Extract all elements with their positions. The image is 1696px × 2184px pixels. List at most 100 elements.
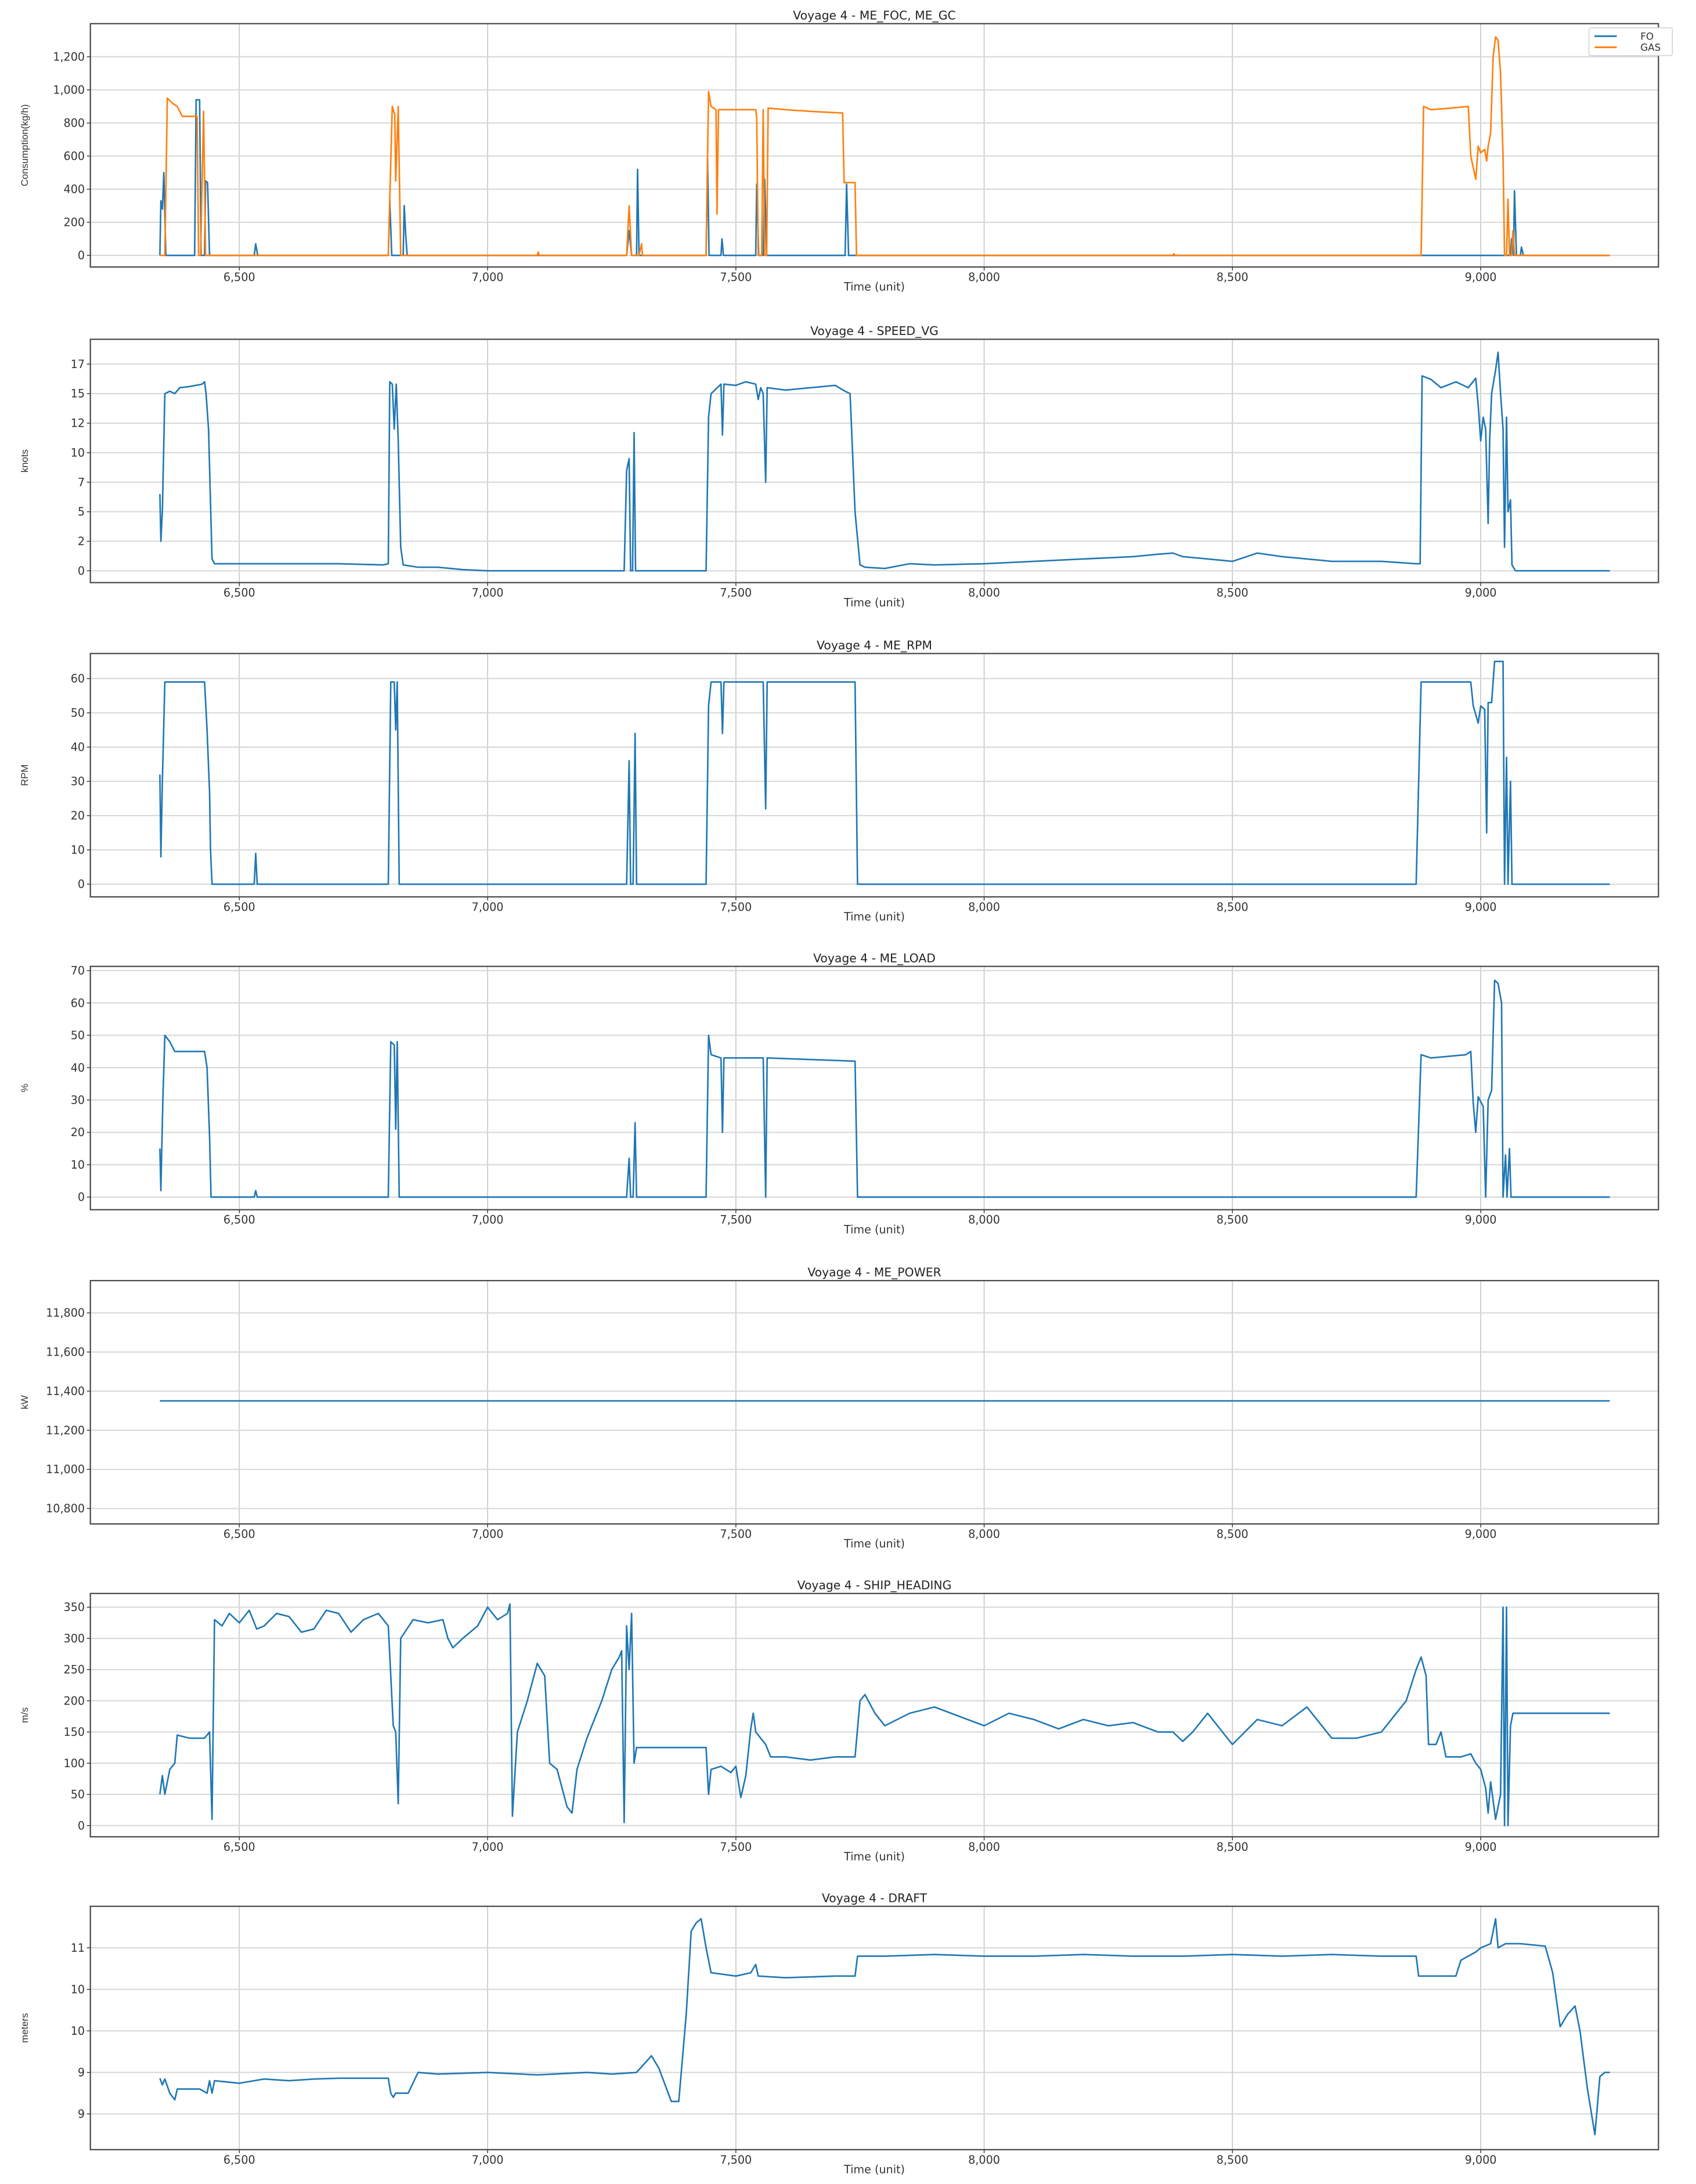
y-tick-label: 600 <box>64 150 85 163</box>
y-axis-label: knots <box>19 449 30 473</box>
chart-panel-3: 6,500 7,000 7,500 8,000 8,500 9,000 0 10 20 30 40 5… <box>19 951 1659 1236</box>
y-tick-label: 20 <box>71 1126 85 1139</box>
x-tick-label: 8,500 <box>1217 900 1248 914</box>
x-tick-label: 7,000 <box>472 900 504 914</box>
y-tick-label: 60 <box>71 672 85 686</box>
y-axis-label: % <box>19 1084 30 1093</box>
x-tick-label: 9,000 <box>1465 1213 1497 1227</box>
x-tick-label: 7,000 <box>472 1840 504 1854</box>
x-tick-label: 8,500 <box>1217 1840 1248 1854</box>
y-tick-label: 11,800 <box>46 1306 85 1320</box>
voyage-4-dashboard: 6,500 7,000 7,500 8,000 8,500 9,0000200400600… <box>19 9 1673 2176</box>
chart-title: Voyage 4 - SHIP_HEADING <box>798 1578 952 1593</box>
x-tick-label: 9,000 <box>1465 900 1497 914</box>
x-tick-label: 8,000 <box>968 900 1000 914</box>
chart-title: Voyage 4 - DRAFT <box>822 1891 928 1905</box>
chart-panel-4: 6,500 7,000 7,500 8,000 8,500 9,000 10,800 11,0… <box>19 1266 1659 1551</box>
y-tick-label: 0 <box>78 564 85 578</box>
y-tick-label: 9 <box>78 2066 85 2079</box>
x-axis-label: Time (unit) <box>843 596 905 609</box>
x-tick-label: 7,500 <box>720 2153 752 2167</box>
y-tick-label: 9 <box>78 2107 85 2121</box>
y-tick-label: 70 <box>71 964 85 978</box>
y-axis-label: Consumption(kg/h) <box>19 104 30 187</box>
y-axis-label: kW <box>19 1395 30 1409</box>
x-tick-label: 8,000 <box>968 1213 1000 1227</box>
legend-label: FO <box>1640 30 1654 42</box>
chart-title: Voyage 4 - ME_RPM <box>817 639 932 653</box>
y-tick-label: 200 <box>64 1694 85 1707</box>
chart-panel-0: 6,500 7,000 7,500 8,000 8,500 9,000 0 200 400 600… <box>19 9 1673 294</box>
chart-panel-6: 6,500 7,000 7,500 8,000 8,500 9,000 9 9 10 10 11 Vo… <box>19 1891 1659 2176</box>
x-tick-label: 7,500 <box>720 586 752 600</box>
x-tick-label: 6,500 <box>223 1527 255 1541</box>
x-tick-label: 8,000 <box>968 1527 1000 1541</box>
x-tick-label: 7,500 <box>720 271 752 284</box>
x-tick-label: 7,500 <box>720 900 752 914</box>
x-tick-label: 6,500 <box>223 1840 255 1854</box>
y-tick-label: 50 <box>71 1788 85 1801</box>
x-tick-label: 8,500 <box>1217 586 1248 600</box>
x-tick-label: 8,500 <box>1217 1213 1248 1227</box>
y-tick-label: 0 <box>78 1191 85 1204</box>
y-tick-label: 11,000 <box>46 1463 85 1476</box>
y-tick-label: 7 <box>78 475 85 489</box>
x-tick-label: 7,000 <box>472 2153 504 2167</box>
x-tick-label: 7,500 <box>720 1840 752 1854</box>
y-tick-label: 10 <box>71 2024 85 2038</box>
x-axis-label: Time (unit) <box>843 280 905 294</box>
y-tick-label: 200 <box>64 216 85 229</box>
y-tick-label: 17 <box>71 358 85 371</box>
chart-panel-1: 6,500 7,000 7,500 8,000 8,500 9,000 0 2 5 7 10 12 15… <box>19 324 1659 609</box>
x-tick-label: 9,000 <box>1465 1840 1497 1854</box>
x-tick-label: 6,500 <box>223 1213 255 1227</box>
y-tick-label: 11 <box>71 1941 85 1955</box>
x-tick-label: 9,000 <box>1465 586 1497 600</box>
x-tick-label: 8,500 <box>1217 1527 1248 1541</box>
x-axis-label: Time (unit) <box>843 910 905 924</box>
y-axis-label: m/s <box>19 1707 30 1723</box>
y-tick-label: 10 <box>71 1983 85 1996</box>
y-tick-label: 400 <box>64 183 85 196</box>
x-tick-label: 6,500 <box>223 586 255 600</box>
y-tick-label: 150 <box>64 1725 85 1739</box>
chart-panel-2: 6,500 7,000 7,500 8,000 8,500 9,000 0 10 20 30 40 5… <box>19 639 1659 924</box>
y-tick-label: 12 <box>71 417 85 430</box>
x-tick-label: 8,000 <box>968 1840 1000 1854</box>
y-tick-label: 0 <box>78 249 85 262</box>
x-tick-label: 9,000 <box>1465 1527 1497 1541</box>
x-tick-label: 8,000 <box>968 586 1000 600</box>
plot-area <box>90 1906 1659 2150</box>
y-tick-label: 15 <box>71 387 85 401</box>
chart-title: Voyage 4 - ME_FOC, ME_GC <box>793 9 955 23</box>
y-tick-label: 20 <box>71 809 85 823</box>
y-tick-label: 0 <box>78 878 85 891</box>
y-tick-label: 11,400 <box>46 1385 85 1398</box>
x-axis-label: Time (unit) <box>843 1850 905 1864</box>
y-tick-label: 800 <box>64 117 85 130</box>
y-tick-label: 0 <box>78 1819 85 1832</box>
x-tick-label: 7,000 <box>472 586 504 600</box>
y-tick-label: 300 <box>64 1632 85 1645</box>
y-tick-label: 250 <box>64 1663 85 1677</box>
x-tick-label: 9,000 <box>1465 271 1497 284</box>
y-axis-label: RPM <box>19 765 30 786</box>
x-tick-label: 7,500 <box>720 1213 752 1227</box>
x-axis-label: Time (unit) <box>843 2163 905 2176</box>
x-tick-label: 9,000 <box>1465 2153 1497 2167</box>
y-tick-label: 1,000 <box>53 83 85 96</box>
x-tick-label: 6,500 <box>223 2153 255 2167</box>
y-tick-label: 100 <box>64 1757 85 1770</box>
x-tick-label: 6,500 <box>223 271 255 284</box>
y-tick-label: 40 <box>71 741 85 754</box>
chart-title: Voyage 4 - SPEED_VG <box>810 324 939 338</box>
y-tick-label: 50 <box>71 1029 85 1042</box>
x-tick-label: 8,000 <box>968 2153 1000 2167</box>
x-tick-label: 8,000 <box>968 271 1000 284</box>
plot-area <box>90 1280 1659 1525</box>
x-tick-label: 7,000 <box>472 1213 504 1227</box>
y-tick-label: 2 <box>78 535 85 548</box>
plot-area <box>90 653 1659 897</box>
x-axis-label: Time (unit) <box>843 1223 905 1236</box>
y-tick-label: 50 <box>71 707 85 720</box>
